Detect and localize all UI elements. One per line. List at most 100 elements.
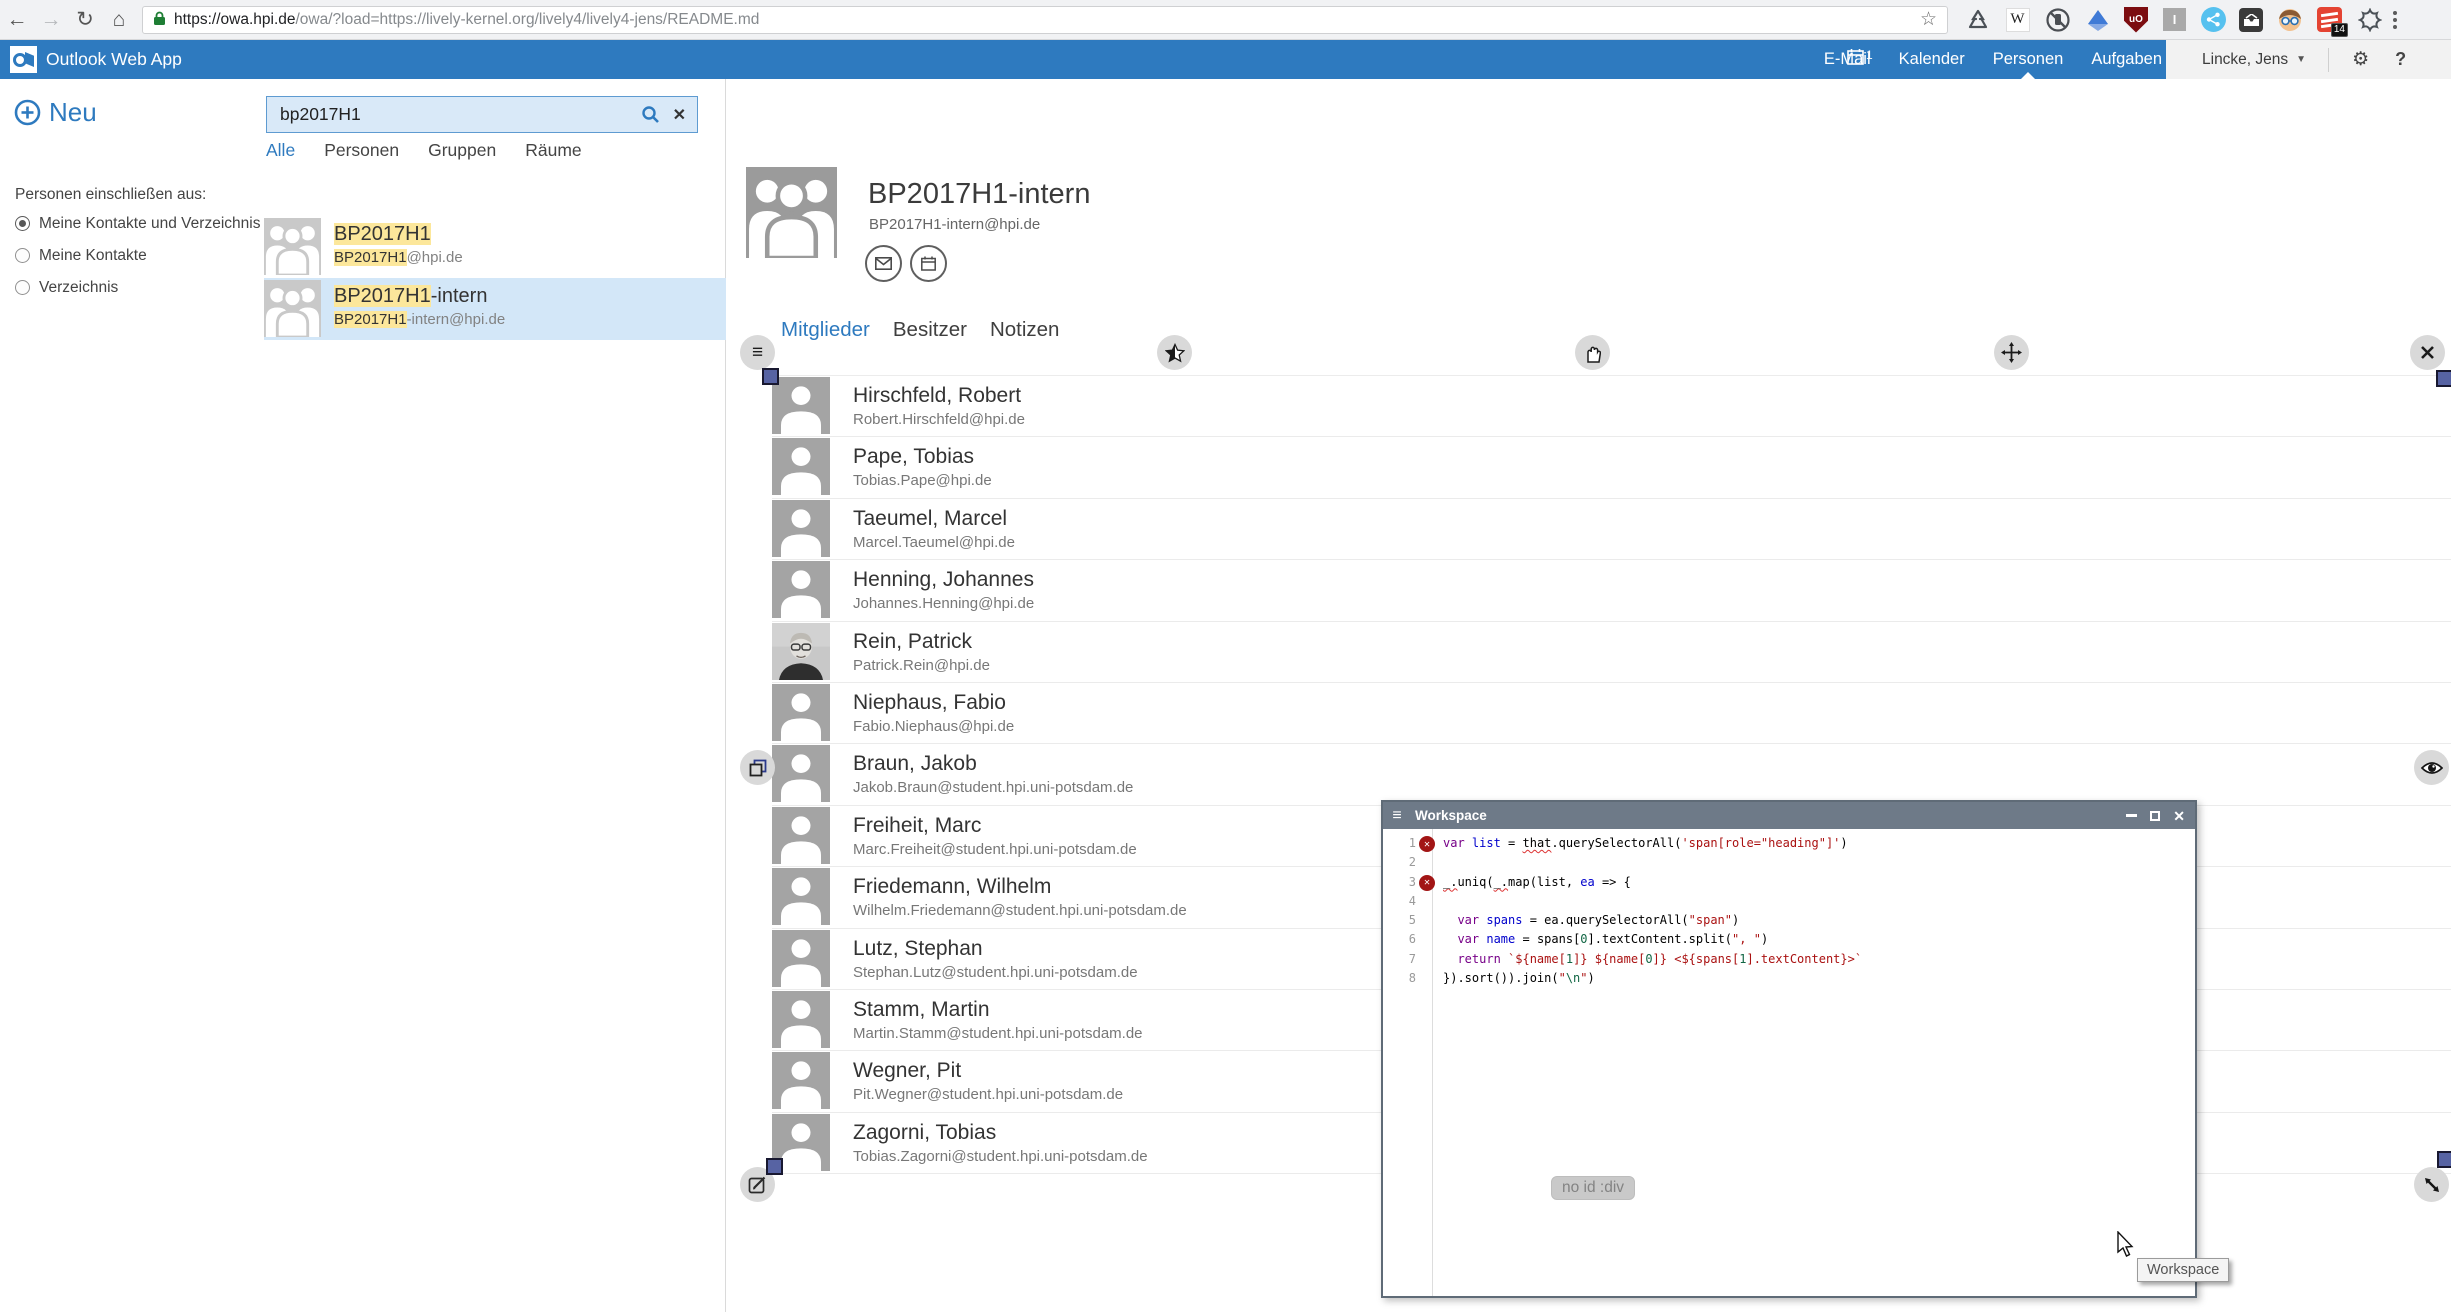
- halo-inspect-button[interactable]: [2414, 750, 2449, 785]
- url-path[interactable]: /owa/?load=https://lively-kernel.org/liv…: [296, 11, 760, 29]
- code-token: ]} <${spans[: [1653, 952, 1740, 966]
- halo-star-button[interactable]: [1157, 335, 1192, 370]
- user-menu[interactable]: Lincke, Jens ▼ ⚙ ?: [2166, 40, 2451, 79]
- minimize-icon[interactable]: [2126, 814, 2137, 817]
- window-menu-icon[interactable]: ≡: [1383, 807, 1411, 825]
- https-lock-icon[interactable]: [153, 11, 166, 29]
- member-name: Pape, Tobias: [853, 445, 992, 469]
- member-row[interactable]: Hirschfeld, RobertRobert.Hirschfeld@hpi.…: [772, 376, 2451, 437]
- member-email: Jakob.Braun@student.hpi.uni-potsdam.de: [853, 779, 1133, 796]
- radio-button-icon[interactable]: [15, 248, 30, 263]
- address-bar[interactable]: https://owa.hpi.de/owa/?load=https://liv…: [142, 6, 1948, 34]
- reload-icon[interactable]: ↻: [68, 7, 102, 32]
- code-token: ].textContent}>`: [1746, 952, 1862, 966]
- code-editor[interactable]: 12345678 var list = that.querySelectorAl…: [1383, 829, 2195, 1296]
- member-text: Friedemann, WilhelmWilhelm.Friedemann@st…: [853, 867, 1187, 927]
- halo-move-button[interactable]: [1994, 335, 2029, 370]
- member-row[interactable]: Pape, TobiasTobias.Pape@hpi.de: [772, 437, 2451, 498]
- code-token: var: [1443, 836, 1472, 850]
- maximize-icon[interactable]: [2150, 811, 2160, 821]
- radio-button-icon[interactable]: [15, 280, 30, 295]
- workspace-window[interactable]: ≡ Workspace ✕ 12345678 var list = that.q…: [1381, 800, 2197, 1298]
- browser-menu-icon[interactable]: [2393, 11, 2397, 29]
- code-token: ]} ${name[: [1573, 952, 1645, 966]
- radio-button-icon[interactable]: [15, 216, 30, 231]
- filter-tab-gruppen[interactable]: Gruppen: [428, 140, 496, 161]
- code-token: ].textContent.split(: [1588, 932, 1733, 946]
- search-icon[interactable]: [641, 105, 660, 124]
- window-close-icon[interactable]: ✕: [2173, 809, 2185, 823]
- schedule-meeting-button[interactable]: [910, 245, 947, 282]
- owa-nav-personen[interactable]: Personen: [1993, 40, 2064, 79]
- halo-copy-button[interactable]: [740, 750, 775, 785]
- member-photo: [772, 623, 830, 680]
- clear-search-icon[interactable]: ✕: [673, 105, 686, 125]
- avatar-face-extension-icon[interactable]: [2276, 6, 2303, 33]
- member-row[interactable]: Niephaus, FabioFabio.Niephaus@hpi.de: [772, 683, 2451, 744]
- new-contact-button[interactable]: Neu: [14, 97, 97, 128]
- back-icon[interactable]: ←: [0, 8, 34, 32]
- radio-option[interactable]: Meine Kontakte und Verzeichnis: [15, 215, 260, 232]
- line-number: 6: [1383, 930, 1432, 949]
- ublock-extension-icon[interactable]: uO: [2124, 7, 2148, 33]
- code-line: [1443, 853, 2191, 872]
- url-host[interactable]: https://owa.hpi.de: [174, 11, 296, 29]
- workspace-titlebar[interactable]: ≡ Workspace ✕: [1383, 802, 2195, 829]
- line-number: 7: [1383, 950, 1432, 969]
- line-number-gutter: 12345678: [1383, 829, 1433, 1296]
- member-row[interactable]: Rein, PatrickPatrick.Rein@hpi.de: [772, 622, 2451, 683]
- home-icon[interactable]: ⌂: [102, 8, 136, 32]
- member-text: Taeumel, MarcelMarcel.Taeumel@hpi.de: [853, 499, 1015, 559]
- filter-tab-alle[interactable]: Alle: [266, 140, 295, 161]
- member-name: Taeumel, Marcel: [853, 507, 1015, 531]
- blue-pointer-extension-icon[interactable]: [2084, 6, 2111, 33]
- recycle-extension-icon[interactable]: [1964, 6, 1991, 33]
- send-mail-button[interactable]: [865, 245, 902, 282]
- tab-mitglieder[interactable]: Mitglieder: [781, 318, 870, 342]
- member-text: Rein, PatrickPatrick.Rein@hpi.de: [853, 622, 990, 682]
- no-phone-extension-icon[interactable]: [2044, 6, 2071, 33]
- search-result-row[interactable]: BP2017H1BP2017H1@hpi.de: [264, 216, 726, 278]
- selection-handle-top-right[interactable]: [2436, 370, 2451, 387]
- search-result-row[interactable]: BP2017H1-internBP2017H1-intern@hpi.de: [264, 278, 726, 340]
- halo-grab-button[interactable]: [1575, 335, 1610, 370]
- member-row[interactable]: Taeumel, MarcelMarcel.Taeumel@hpi.de: [772, 499, 2451, 560]
- filter-tab-personen[interactable]: Personen: [324, 140, 399, 161]
- bookmark-star-icon[interactable]: ☆: [1920, 8, 1937, 31]
- code-token: .querySelectorAll(: [1551, 836, 1681, 850]
- owa-nav-aufgaben[interactable]: Aufgaben: [2091, 40, 2162, 79]
- selection-handle-bottom-left[interactable]: [766, 1158, 783, 1175]
- member-photo-avatar: [772, 623, 830, 680]
- tab-besitzer[interactable]: Besitzer: [893, 318, 967, 342]
- owa-nav-email[interactable]: E-Mail: [1824, 40, 1871, 79]
- gray-i-extension-icon[interactable]: I: [2161, 6, 2188, 33]
- people-search-box[interactable]: ✕: [266, 96, 698, 133]
- owa-logo[interactable]: Outlook Web App: [10, 46, 182, 73]
- puzzle-extension-icon[interactable]: [2356, 6, 2383, 33]
- owa-nav-kalender[interactable]: Kalender: [1899, 40, 1965, 79]
- halo-menu-button[interactable]: ≡: [740, 335, 775, 370]
- inbox-extension-icon[interactable]: [2239, 8, 2263, 32]
- radio-option[interactable]: Meine Kontakte: [15, 247, 260, 264]
- search-input[interactable]: [278, 103, 641, 126]
- selection-handle-top-left[interactable]: [762, 368, 779, 385]
- member-avatar: [772, 1052, 830, 1109]
- person-silhouette-icon: [772, 868, 830, 925]
- person-silhouette-icon: [772, 930, 830, 987]
- tab-notizen[interactable]: Notizen: [990, 318, 1060, 342]
- selection-handle-bottom-right[interactable]: [2437, 1151, 2451, 1168]
- radio-option[interactable]: Verzeichnis: [15, 279, 260, 296]
- member-row[interactable]: Henning, JohannesJohannes.Henning@hpi.de: [772, 560, 2451, 621]
- code-area[interactable]: var list = that.querySelectorAll('span[r…: [1443, 834, 2191, 988]
- halo-resize-button[interactable]: [2414, 1167, 2449, 1202]
- member-row[interactable]: Braun, JakobJakob.Braun@student.hpi.uni-…: [772, 744, 2451, 805]
- settings-gear-icon[interactable]: ⚙: [2352, 48, 2369, 71]
- filter-tab-rume[interactable]: Räume: [525, 140, 581, 161]
- share-extension-icon[interactable]: [2201, 7, 2226, 32]
- todoist-extension-icon[interactable]: 14: [2316, 6, 2343, 33]
- wikipedia-extension-icon[interactable]: W: [2004, 6, 2031, 33]
- halo-close-button[interactable]: [2410, 335, 2445, 370]
- help-icon[interactable]: ?: [2395, 49, 2406, 70]
- forward-icon[interactable]: →: [34, 8, 68, 32]
- code-token: 1: [1566, 952, 1573, 966]
